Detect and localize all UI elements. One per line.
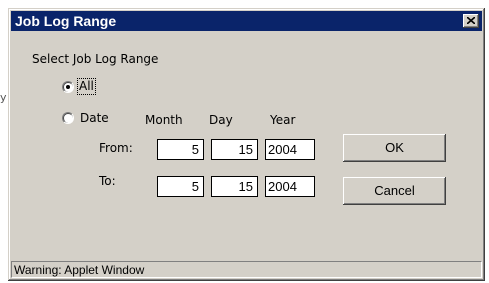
close-button[interactable] bbox=[463, 14, 479, 28]
job-log-range-dialog: Job Log Range Select Job Log Range All D… bbox=[8, 8, 485, 281]
radio-all-label[interactable]: All bbox=[77, 78, 96, 95]
to-year-field[interactable]: 2004 bbox=[265, 176, 315, 197]
radio-date[interactable] bbox=[62, 112, 74, 124]
radio-all[interactable] bbox=[62, 81, 74, 93]
from-day-field[interactable]: 15 bbox=[211, 139, 258, 160]
radio-all-selected-dot bbox=[66, 85, 70, 89]
status-bar: Warning: Applet Window bbox=[11, 261, 482, 278]
applet-warning-text: Warning: Applet Window bbox=[14, 263, 145, 277]
from-year-field[interactable]: 2004 bbox=[265, 139, 315, 160]
from-month-field[interactable]: 5 bbox=[157, 139, 204, 160]
to-month-field[interactable]: 5 bbox=[157, 176, 204, 197]
from-label: From: bbox=[99, 141, 133, 155]
close-icon bbox=[467, 17, 475, 24]
ok-button[interactable]: OK bbox=[343, 134, 446, 162]
to-label: To: bbox=[99, 174, 116, 188]
title-bar[interactable]: Job Log Range bbox=[11, 11, 482, 31]
to-day-field[interactable]: 15 bbox=[211, 176, 258, 197]
dialog-title: Job Log Range bbox=[15, 13, 117, 29]
radio-date-label[interactable]: Date bbox=[80, 111, 109, 126]
column-year-header: Year bbox=[270, 113, 296, 127]
column-day-header: Day bbox=[209, 113, 233, 127]
group-label: Select Job Log Range bbox=[32, 52, 159, 66]
column-month-header: Month bbox=[145, 113, 183, 127]
cancel-button[interactable]: Cancel bbox=[343, 177, 446, 205]
